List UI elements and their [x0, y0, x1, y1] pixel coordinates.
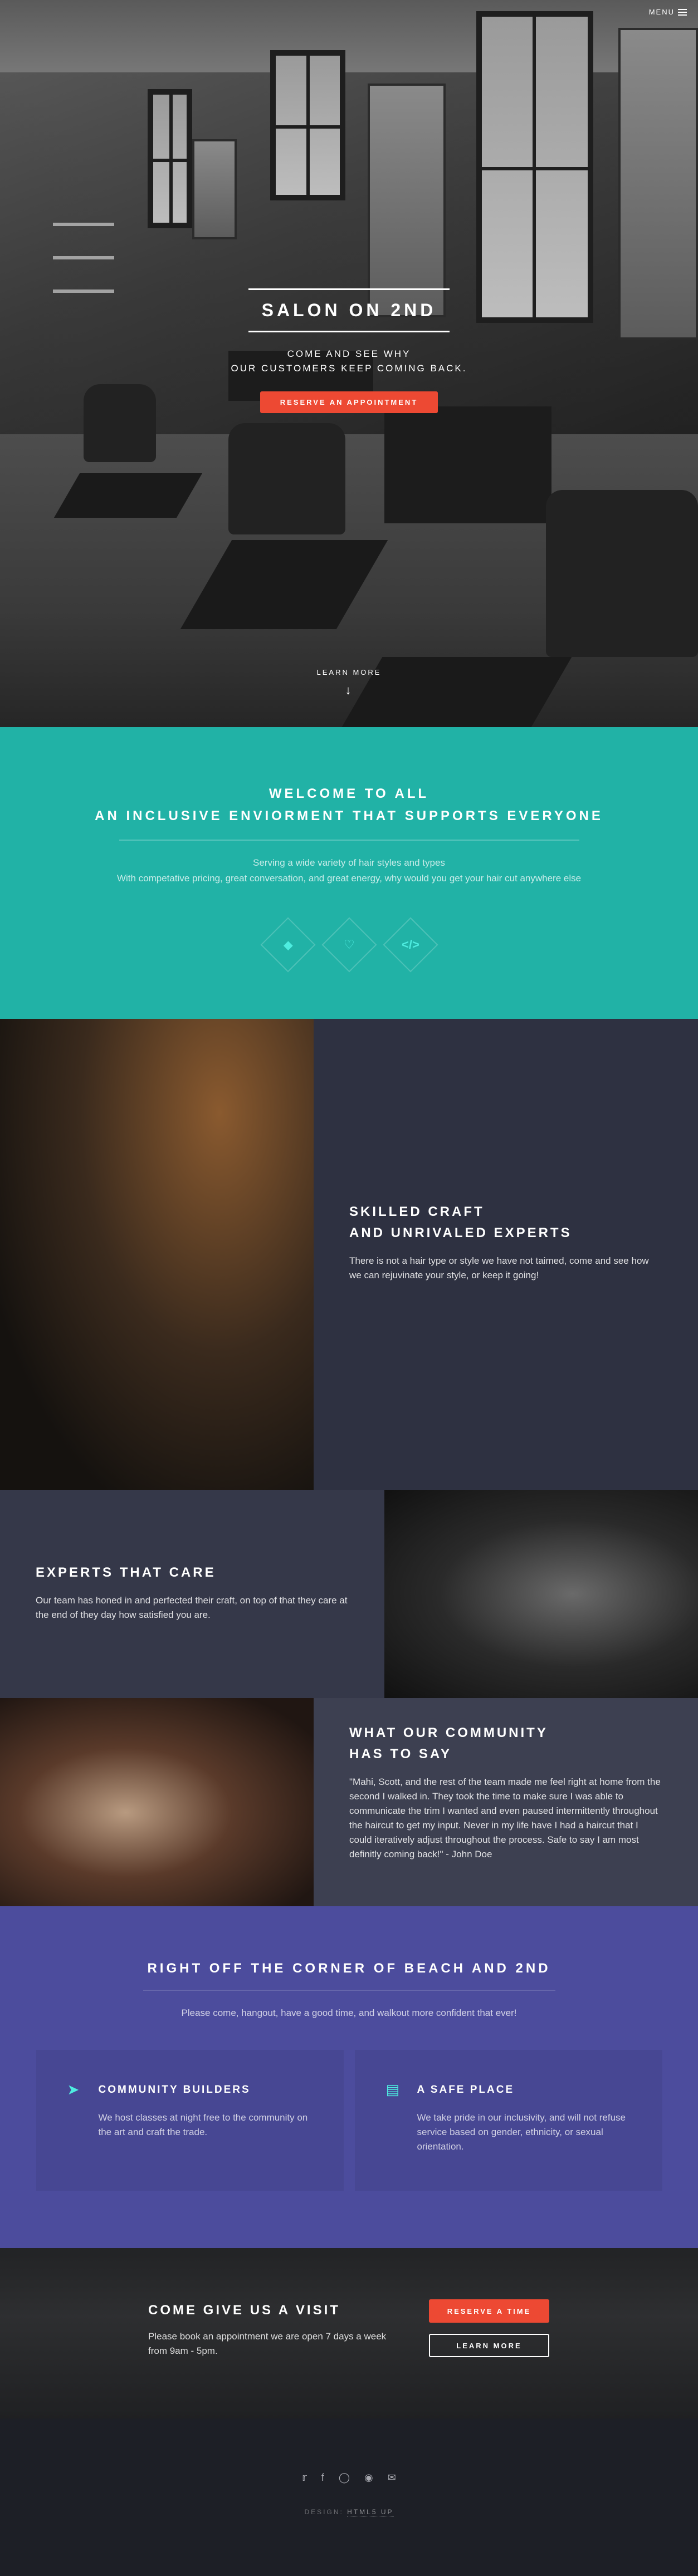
- hero-floor-mat: [53, 473, 203, 518]
- dribbble-icon[interactable]: ◉: [364, 2472, 373, 2484]
- hero-barber-chair: [546, 490, 698, 657]
- welcome-text: Serving a wide variety of hair styles an…: [0, 855, 698, 886]
- instagram-icon[interactable]: ◯: [339, 2472, 350, 2484]
- feature-card: ➤ COMMUNITY BUILDERS We host classes at …: [36, 2050, 344, 2191]
- visit-text: COME GIVE US A VISIT Please book an appo…: [148, 2303, 393, 2358]
- welcome-section: WELCOME TO ALL AN INCLUSIVE ENVIORMENT T…: [0, 727, 698, 1019]
- social-links: 𝕣 f ◯ ◉ ✉: [0, 2472, 698, 2484]
- heart-icon[interactable]: ♡: [321, 917, 377, 973]
- hero-ceiling: [0, 0, 698, 72]
- spotlight-experts: EXPERTS THAT CARE Our team has honed in …: [0, 1490, 698, 1698]
- testimonial-quote: "Mahi, Scott, and the rest of the team m…: [349, 1777, 661, 1859]
- feature-header: ➤ COMMUNITY BUILDERS: [67, 2081, 313, 2098]
- learn-more-label: LEARN MORE: [316, 668, 382, 676]
- reserve-appointment-button[interactable]: RESERVE AN APPOINTMENT: [260, 391, 438, 413]
- footer: 𝕣 f ◯ ◉ ✉ DESIGN: HTML5 UP: [0, 2418, 698, 2573]
- spotlight-text: SKILLED CRAFT AND UNRIVALED EXPERTS Ther…: [349, 1201, 661, 1283]
- hero-window: [476, 11, 593, 323]
- spotlight-body: There is not a hair type or style we hav…: [349, 1255, 649, 1280]
- divider: [119, 840, 579, 841]
- spotlight-title-line: SKILLED CRAFT: [349, 1204, 485, 1219]
- hero-shelf: [53, 256, 114, 259]
- hero-subtitle-line: COME AND SEE WHY: [287, 349, 411, 359]
- hair-washing-image: [0, 1698, 314, 1906]
- reserve-time-button[interactable]: RESERVE A TIME: [429, 2299, 549, 2323]
- code-icon[interactable]: </>: [383, 917, 438, 973]
- barber-cutting-hair-image: [0, 1019, 314, 1490]
- location-text: Please come, hangout, have a good time, …: [181, 2008, 517, 2018]
- hero-barber-chair: [228, 423, 345, 534]
- spotlight-body: Our team has honed in and perfected thei…: [36, 1595, 348, 1620]
- spotlight-title: WHAT OUR COMMUNITY HAS TO SAY: [349, 1723, 661, 1765]
- spotlight-title-line: AND UNRIVALED EXPERTS: [349, 1225, 572, 1240]
- visit-cta-section: COME GIVE US A VISIT Please book an appo…: [0, 2248, 698, 2418]
- menu-button[interactable]: MENU: [649, 8, 687, 16]
- spotlight-title-line: HAS TO SAY: [349, 1746, 452, 1762]
- facebook-icon[interactable]: f: [321, 2472, 324, 2484]
- hero-subtitle-line: OUR CUSTOMERS KEEP COMING BACK.: [231, 363, 467, 374]
- visit-body: Please book an appointment we are open 7…: [148, 2331, 387, 2356]
- visit-actions: RESERVE A TIME LEARN MORE: [429, 2299, 549, 2357]
- hero-shelf: [53, 223, 114, 226]
- welcome-title-line: AN INCLUSIVE ENVIORMENT THAT SUPPORTS EV…: [95, 808, 603, 823]
- hair-styling-image: [384, 1490, 698, 1698]
- feature-title: A SAFE PLACE: [417, 2083, 515, 2096]
- arrow-down-icon: ↓: [345, 683, 353, 697]
- paper-plane-icon: ➤: [67, 2081, 80, 2098]
- diamond-icon[interactable]: ◆: [260, 917, 315, 973]
- feature-text: We take pride in our inclusivity, and wi…: [417, 2112, 626, 2152]
- welcome-text-line: With competative pricing, great conversa…: [116, 873, 582, 884]
- spotlight-text: WHAT OUR COMMUNITY HAS TO SAY "Mahi, Sco…: [349, 1723, 661, 1862]
- welcome-title: WELCOME TO ALL AN INCLUSIVE ENVIORMENT T…: [0, 783, 698, 827]
- learn-more-button[interactable]: LEARN MORE: [429, 2334, 549, 2357]
- credits-link[interactable]: HTML5 UP: [347, 2508, 394, 2516]
- learn-more-link[interactable]: LEARN MORE ↓: [0, 668, 698, 698]
- hero-mirror: [192, 139, 237, 239]
- hero-counter: [384, 406, 551, 523]
- spotlight-community: WHAT OUR COMMUNITY HAS TO SAY "Mahi, Sco…: [0, 1698, 698, 1906]
- hero-subtitle: COME AND SEE WHY OUR CUSTOMERS KEEP COMI…: [0, 347, 698, 376]
- menu-label: MENU: [648, 8, 675, 16]
- location-title: RIGHT OFF THE CORNER OF BEACH AND 2ND: [147, 1961, 551, 1976]
- location-section: RIGHT OFF THE CORNER OF BEACH AND 2ND Pl…: [0, 1906, 698, 2248]
- spotlight-title-line: WHAT OUR COMMUNITY: [349, 1725, 548, 1740]
- hero-window: [270, 50, 345, 200]
- features-grid: ➤ COMMUNITY BUILDERS We host classes at …: [0, 2050, 698, 2191]
- spotlight-skilled-craft: SKILLED CRAFT AND UNRIVALED EXPERTS Ther…: [0, 1019, 698, 1490]
- credits-prefix: DESIGN:: [304, 2508, 348, 2516]
- hero-content: SALON ON 2ND COME AND SEE WHY OUR CUSTOM…: [0, 288, 698, 413]
- hero-window: [148, 89, 192, 228]
- credits: DESIGN: HTML5 UP: [0, 2508, 698, 2516]
- visit-title: COME GIVE US A VISIT: [148, 2303, 340, 2318]
- divider: [143, 1990, 555, 1991]
- hamburger-icon: [678, 8, 687, 16]
- feature-icons: ◆ ♡ </>: [0, 917, 698, 973]
- hero-mirror: [368, 84, 446, 317]
- spotlight-title: EXPERTS THAT CARE: [36, 1565, 216, 1580]
- welcome-title-line: WELCOME TO ALL: [269, 786, 429, 801]
- welcome-text-line: Serving a wide variety of hair styles an…: [253, 857, 445, 868]
- twitter-icon[interactable]: 𝕣: [302, 2472, 307, 2484]
- email-icon[interactable]: ✉: [388, 2472, 396, 2484]
- feature-text: We host classes at night free to the com…: [98, 2112, 308, 2137]
- laptop-icon: ▤: [385, 2081, 400, 2098]
- spotlight-title: SKILLED CRAFT AND UNRIVALED EXPERTS: [349, 1201, 661, 1244]
- site-title: SALON ON 2ND: [248, 288, 450, 332]
- feature-header: ▤ A SAFE PLACE: [386, 2081, 631, 2098]
- hero-banner: MENU SALON ON 2ND COME AND SEE WHY OUR C…: [0, 0, 698, 727]
- feature-title: COMMUNITY BUILDERS: [98, 2083, 251, 2096]
- feature-card: ▤ A SAFE PLACE We take pride in our incl…: [354, 2050, 662, 2191]
- spotlight-text: EXPERTS THAT CARE Our team has honed in …: [36, 1562, 348, 1622]
